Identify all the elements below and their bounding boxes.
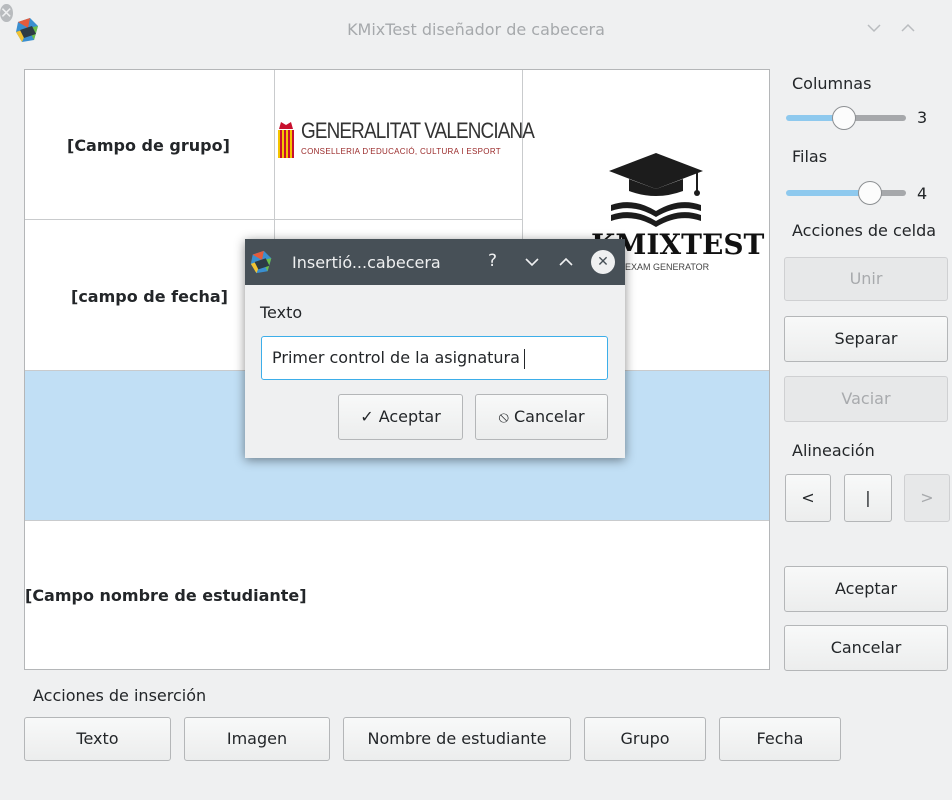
minimize-button[interactable] xyxy=(866,20,882,40)
cell-group[interactable]: [Campo de grupo] xyxy=(25,70,274,219)
align-center-button[interactable]: | xyxy=(844,474,892,522)
help-icon: ? xyxy=(488,251,498,271)
close-icon: ✕ xyxy=(597,254,609,270)
cell-student[interactable]: [Campo nombre de estudiante] xyxy=(25,521,769,669)
window-titlebar: KMixTest diseñador de cabecera ✕ xyxy=(0,0,952,62)
clear-button[interactable]: Vaciar xyxy=(784,376,948,422)
insert-actions-label: Acciones de inserción xyxy=(33,686,207,705)
dialog-cancel-label: Cancelar xyxy=(513,407,585,426)
align-right-button[interactable]: > xyxy=(904,474,950,522)
rows-value: 4 xyxy=(917,184,928,203)
insert-image-button[interactable]: Imagen xyxy=(184,717,330,761)
split-button[interactable]: Separar xyxy=(784,316,948,362)
header-text-input[interactable]: Primer control de la asignatura xyxy=(261,336,608,380)
graduation-cap-book-icon xyxy=(609,153,703,227)
dialog-accept-button[interactable]: ✓ Aceptar xyxy=(338,394,463,440)
columns-value: 3 xyxy=(917,108,928,127)
kmixtest-logo-subtext: EXAM GENERATOR xyxy=(625,262,710,272)
maximize-button[interactable] xyxy=(900,20,916,40)
insert-group-button[interactable]: Grupo xyxy=(584,717,706,761)
dialog-titlebar: Insertió...cabecera ? ✕ xyxy=(245,239,625,285)
group-field-label: [Campo de grupo] xyxy=(67,136,230,155)
chevron-up-icon xyxy=(901,23,915,32)
dialog-accept-label: Aceptar xyxy=(378,407,441,426)
window-title: KMixTest diseñador de cabecera xyxy=(347,20,605,39)
chevron-down-icon xyxy=(867,24,881,33)
app-icon xyxy=(250,250,272,274)
align-left-button[interactable]: < xyxy=(785,474,831,522)
generalitat-emblem-icon xyxy=(278,122,294,158)
dialog-minimize-button[interactable] xyxy=(524,254,540,275)
text-field-label: Texto xyxy=(260,303,303,322)
cell-actions-label: Acciones de celda xyxy=(792,221,937,240)
rows-label: Filas xyxy=(792,147,828,166)
accept-button[interactable]: Aceptar xyxy=(784,566,948,612)
cancel-button[interactable]: Cancelar xyxy=(784,625,948,671)
chevron-down-icon xyxy=(525,258,539,267)
header-text-value: Primer control de la asignatura xyxy=(272,348,520,367)
columns-slider-handle[interactable] xyxy=(832,106,856,130)
chevron-up-icon xyxy=(559,257,573,266)
text-caret xyxy=(523,348,525,369)
generalitat-logo: GENERALITAT VALENCIANA CONSELLERIA D'EDU… xyxy=(275,118,535,170)
help-button[interactable]: ? xyxy=(488,251,497,271)
insert-header-dialog: Insertió...cabecera ? ✕ Texto Primer con… xyxy=(245,239,625,458)
dialog-cancel-button[interactable]: ⦸ Cancelar xyxy=(475,394,608,440)
cell-date[interactable]: [campo de fecha] xyxy=(25,220,274,370)
insert-text-button[interactable]: Texto xyxy=(24,717,171,761)
student-field-label: [Campo nombre de estudiante] xyxy=(25,586,307,605)
cancel-circle-icon: ⦸ xyxy=(498,407,509,426)
columns-label: Columnas xyxy=(792,74,872,93)
date-field-label: [campo de fecha] xyxy=(71,287,228,306)
check-icon: ✓ xyxy=(360,407,374,426)
rows-slider-handle[interactable] xyxy=(858,181,882,205)
alignment-label: Alineación xyxy=(792,441,875,460)
dialog-maximize-button[interactable] xyxy=(558,254,574,275)
insert-date-button[interactable]: Fecha xyxy=(719,717,841,761)
generalitat-logo-subtext: CONSELLERIA D'EDUCACIÓ, CULTURA I ESPORT xyxy=(301,147,501,156)
insert-student-name-button[interactable]: Nombre de estudiante xyxy=(343,717,571,761)
dialog-title: Insertió...cabecera xyxy=(292,253,441,272)
dialog-close-button[interactable]: ✕ xyxy=(591,250,615,274)
merge-button[interactable]: Unir xyxy=(784,257,948,301)
generalitat-logo-text: GENERALITAT VALENCIANA xyxy=(301,118,535,143)
